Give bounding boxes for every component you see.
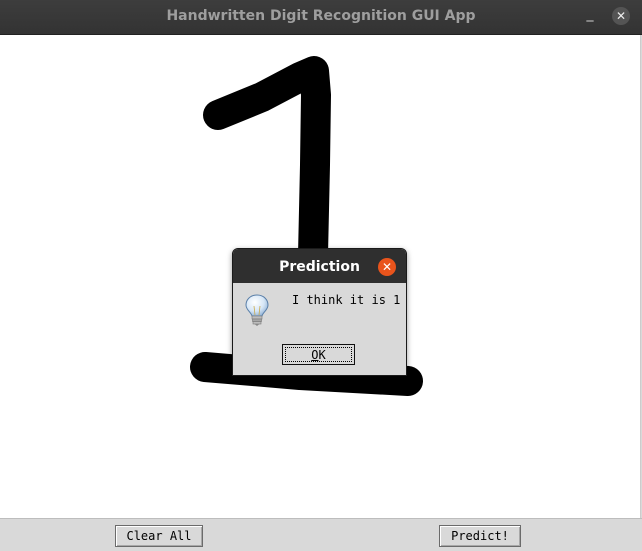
lightbulb-info-icon xyxy=(245,293,269,332)
predict-button[interactable]: Predict! xyxy=(439,525,521,547)
ok-label-rest: K xyxy=(318,347,326,362)
prediction-message: I think it is 1 xyxy=(292,293,401,307)
prediction-dialog: Prediction ✕ I think it is 1 O K xyxy=(232,248,407,376)
clear-all-button[interactable]: Clear All xyxy=(115,525,203,547)
minimize-button[interactable]: _ xyxy=(580,4,600,24)
dialog-close-button[interactable]: ✕ xyxy=(378,258,396,276)
button-bar: Clear All Predict! xyxy=(0,518,642,551)
close-button[interactable]: ✕ xyxy=(612,7,630,25)
app-window: Handwritten Digit Recognition GUI App _ … xyxy=(0,0,642,551)
ok-mnemonic: O xyxy=(311,347,319,362)
close-icon: ✕ xyxy=(381,260,393,274)
window-title: Handwritten Digit Recognition GUI App xyxy=(166,8,476,24)
dialog-title-bar[interactable]: Prediction ✕ xyxy=(233,249,406,283)
minimize-icon: _ xyxy=(586,6,594,22)
ok-button[interactable]: OK xyxy=(282,344,355,365)
title-bar[interactable]: Handwritten Digit Recognition GUI App _ … xyxy=(0,0,642,35)
close-icon: ✕ xyxy=(615,9,627,23)
